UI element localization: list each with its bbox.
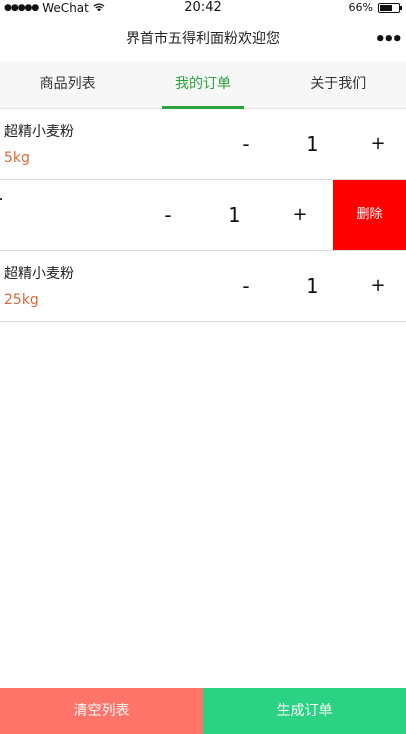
create-order-button[interactable]: 生成订单 <box>203 688 406 734</box>
tab-product-list[interactable]: 商品列表 <box>0 61 135 108</box>
bottom-action-bar: 清空列表 生成订单 <box>0 688 406 734</box>
order-row: 超精小麦粉 25kg - 1 + <box>0 251 406 322</box>
tab-my-orders[interactable]: 我的订单 <box>135 61 270 109</box>
decrease-button[interactable]: - <box>155 180 181 250</box>
battery-group: 66% <box>348 1 402 14</box>
decrease-button[interactable]: - <box>233 109 259 179</box>
product-spec: 25kg <box>4 292 39 308</box>
clock: 20:42 <box>184 0 222 15</box>
nav-bar: 界首市五得利面粉欢迎您 ••• <box>0 18 406 61</box>
increase-button[interactable]: + <box>287 180 313 250</box>
clear-list-button[interactable]: 清空列表 <box>0 688 203 734</box>
product-name: 超精小麦粉 <box>4 124 74 140</box>
quantity-value: 1 <box>305 274 319 298</box>
status-bar: ●●●●● WeChat 20:42 66% <box>0 0 406 18</box>
quantity-value: 1 <box>305 132 319 156</box>
tab-about-us[interactable]: 关于我们 <box>271 61 406 108</box>
increase-button[interactable]: + <box>365 109 391 179</box>
battery-icon <box>378 2 402 13</box>
delete-button[interactable]: 删除 <box>333 180 406 250</box>
product-name: 超精小麦粉 <box>4 266 74 282</box>
row-edge-fragment <box>0 198 2 200</box>
battery-fill <box>380 4 392 11</box>
battery-percent: 66% <box>348 1 373 14</box>
increase-button[interactable]: + <box>365 251 391 321</box>
page-title: 界首市五得利面粉欢迎您 <box>126 31 280 47</box>
order-row-swiped[interactable]: - 1 + 删除 <box>0 180 406 251</box>
order-list: 超精小麦粉 5kg - 1 + - 1 + 删除 超精小麦粉 25kg - 1 … <box>0 109 406 322</box>
decrease-button[interactable]: - <box>233 251 259 321</box>
order-row: 超精小麦粉 5kg - 1 + <box>0 109 406 180</box>
tab-bar: 商品列表 我的订单 关于我们 <box>0 61 406 109</box>
more-options-icon[interactable]: ••• <box>374 18 402 61</box>
quantity-value: 1 <box>227 203 241 227</box>
product-spec: 5kg <box>4 150 30 166</box>
